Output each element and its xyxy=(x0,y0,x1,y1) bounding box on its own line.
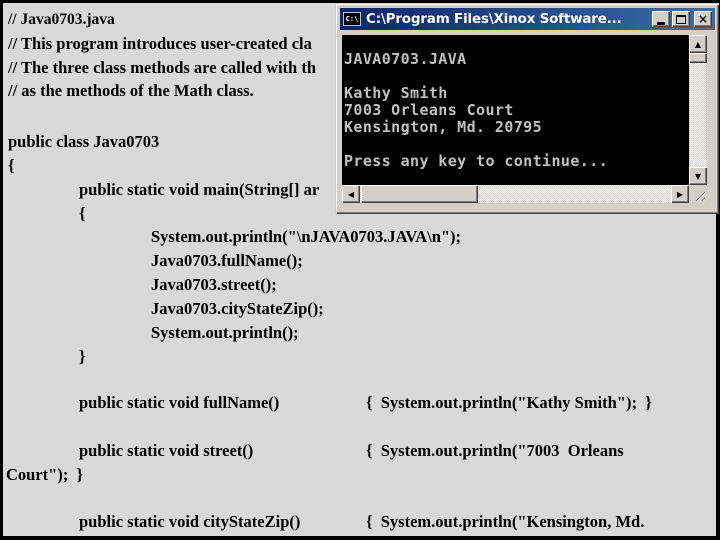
vertical-scroll-thumb[interactable] xyxy=(689,53,707,63)
comment-line: // as the methods of the Math class. xyxy=(8,81,254,100)
main-statement: Java0703.fullName(); xyxy=(151,251,303,270)
resize-grip-icon xyxy=(693,189,705,201)
horizontal-scrollbar[interactable]: ◀ ▶ xyxy=(342,185,689,203)
arrow-up-icon: ▲ xyxy=(694,39,702,49)
comment-line: // The three class methods are called wi… xyxy=(8,58,316,77)
main-open-brace: { xyxy=(79,204,86,223)
scroll-right-button[interactable]: ▶ xyxy=(671,185,689,203)
close-icon: × xyxy=(697,12,709,26)
minimize-icon xyxy=(657,21,665,25)
arrow-down-icon: ▼ xyxy=(694,171,702,181)
class-declaration: public class Java0703 xyxy=(8,132,160,151)
main-statement: Java0703.cityStateZip(); xyxy=(151,299,324,318)
arrow-right-icon: ▶ xyxy=(676,189,684,199)
comment-line: // Java0703.java xyxy=(8,11,115,28)
main-statement: System.out.println("\nJAVA0703.JAVA\n"); xyxy=(151,227,462,246)
method-signature-citystatezip: public static void cityStateZip() xyxy=(79,512,301,531)
scroll-up-button[interactable]: ▲ xyxy=(689,35,707,53)
method-body-street: { System.out.println("7003 Orleans xyxy=(366,441,624,460)
console-title: C:\Program Files\Xinox Software... xyxy=(366,11,622,27)
console-line: Kathy Smith xyxy=(344,84,448,102)
scroll-down-button[interactable]: ▼ xyxy=(689,167,707,185)
method-body-street-wrap: Court"); } xyxy=(6,465,84,484)
console-line: JAVA0703.JAVA xyxy=(344,50,467,68)
command-prompt-icon[interactable]: C:\ xyxy=(343,12,361,26)
resize-grip[interactable] xyxy=(689,185,707,203)
horizontal-scroll-thumb[interactable] xyxy=(361,185,478,203)
main-close-brace: } xyxy=(79,347,86,366)
method-signature-fullname: public static void fullName() xyxy=(79,393,280,412)
arrow-left-icon: ◀ xyxy=(347,189,355,199)
main-statement: Java0703.street(); xyxy=(151,275,277,294)
console-output[interactable]: JAVA0703.JAVA Kathy Smith 7003 Orleans C… xyxy=(342,35,689,185)
method-body-citystatezip: { System.out.println("Kensington, Md. xyxy=(366,512,645,531)
console-line: 7003 Orleans Court xyxy=(344,101,514,119)
vertical-scrollbar[interactable]: ▲ ▼ xyxy=(689,35,707,185)
comment-line: // This program introduces user-created … xyxy=(8,34,312,53)
minimize-button[interactable] xyxy=(652,11,670,27)
method-signature-street: public static void street() xyxy=(79,441,254,460)
console-line: Kensington, Md. 20795 xyxy=(344,118,543,136)
method-body-fullname: { System.out.println("Kathy Smith"); } xyxy=(366,393,652,412)
scroll-left-button[interactable]: ◀ xyxy=(342,185,360,203)
main-declaration: public static void main(String[] ar xyxy=(79,180,320,199)
console-line: Press any key to continue... xyxy=(344,152,609,170)
class-open-brace: { xyxy=(8,156,15,175)
console-titlebar[interactable]: C:\ C:\Program Files\Xinox Software... × xyxy=(340,8,715,30)
maximize-icon xyxy=(676,14,686,24)
main-statement: System.out.println(); xyxy=(151,323,299,342)
close-button[interactable]: × xyxy=(694,11,712,27)
maximize-button[interactable] xyxy=(672,11,690,27)
console-window[interactable]: C:\ C:\Program Files\Xinox Software... ×… xyxy=(335,3,719,214)
